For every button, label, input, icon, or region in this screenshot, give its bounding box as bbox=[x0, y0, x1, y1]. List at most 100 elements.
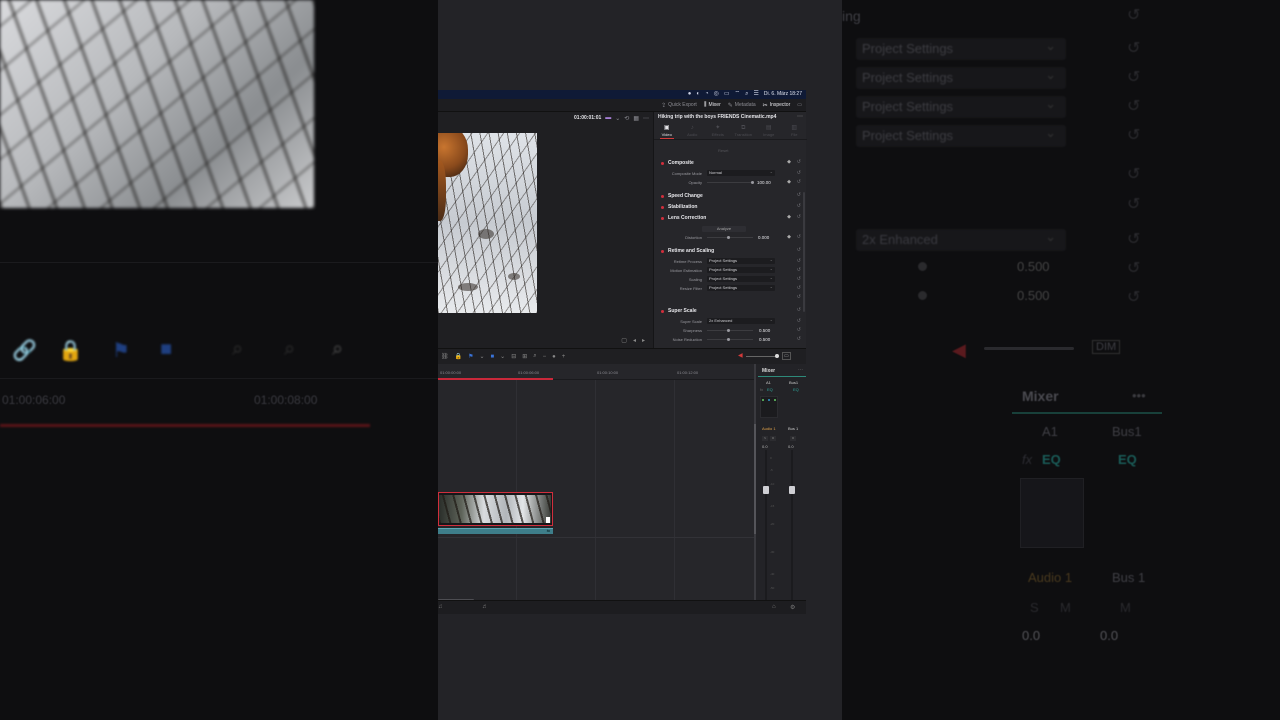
reset-icon[interactable]: ↺ bbox=[797, 170, 801, 176]
reset-icon[interactable]: ↺ bbox=[797, 159, 801, 165]
reset-icon[interactable]: ↺ bbox=[797, 192, 801, 198]
reset-icon[interactable]: ↺ bbox=[797, 307, 801, 313]
zoom-out-icon[interactable]: − bbox=[543, 354, 547, 360]
keyframe-icon[interactable]: ◆ bbox=[787, 214, 791, 220]
reset-icon[interactable]: ↺ bbox=[797, 336, 801, 342]
lock-icon[interactable]: 🔒 bbox=[455, 353, 462, 360]
analyze-button[interactable]: Analyze bbox=[702, 226, 746, 232]
eq-button[interactable]: EQ bbox=[793, 387, 799, 392]
prev-frame-icon[interactable]: ◂ bbox=[633, 337, 636, 344]
noise-reduction-value[interactable]: 0.500 bbox=[759, 337, 770, 342]
zoom-in-icon[interactable]: + bbox=[562, 354, 566, 360]
distortion-knob[interactable] bbox=[727, 236, 730, 239]
zoom-custom-icon[interactable]: ⌕ bbox=[533, 353, 536, 360]
viewer-timecode[interactable]: 01:00:01:01 bbox=[574, 115, 601, 121]
flag-icon[interactable]: ⚑ bbox=[468, 353, 473, 360]
battery-icon[interactable]: ▭ bbox=[724, 90, 730, 99]
chevron-down-icon[interactable]: ⌄ bbox=[500, 353, 505, 360]
sharpness-slider[interactable] bbox=[707, 330, 753, 331]
more-icon[interactable]: ⋯ bbox=[643, 115, 649, 122]
reset-icon[interactable]: ↺ bbox=[797, 294, 801, 300]
speaker-icon[interactable]: ◀ bbox=[738, 352, 743, 359]
reset-icon[interactable]: ↺ bbox=[797, 247, 801, 253]
opacity-slider[interactable] bbox=[707, 182, 753, 183]
tab-file[interactable]: ▥ File bbox=[783, 124, 805, 139]
pan-control[interactable] bbox=[760, 396, 778, 418]
scaling-dropdown[interactable]: Project Settings bbox=[707, 275, 775, 282]
enable-dot[interactable] bbox=[661, 216, 664, 220]
noise-reduction-knob[interactable] bbox=[727, 338, 730, 341]
tab-video[interactable]: ▣ Video bbox=[656, 124, 678, 139]
volume-slider[interactable] bbox=[746, 356, 776, 357]
quick-export-button[interactable]: ⇪ Quick Export bbox=[661, 102, 697, 109]
clip-color-icon[interactable]: ▬ bbox=[605, 115, 611, 121]
mixer-button[interactable]: ⫼ Mixer bbox=[704, 102, 721, 109]
dim-button[interactable]: ▭ bbox=[782, 352, 791, 360]
tab-image[interactable]: ▤ Image bbox=[758, 124, 780, 139]
audio1-fader[interactable] bbox=[763, 486, 769, 494]
mute-button[interactable]: M bbox=[790, 436, 796, 441]
enable-dot[interactable] bbox=[661, 194, 664, 198]
opacity-knob[interactable] bbox=[751, 181, 754, 184]
chevron-down-icon[interactable]: ⌄ bbox=[615, 115, 620, 122]
opacity-value[interactable]: 100.00 bbox=[757, 180, 771, 185]
reset-icon[interactable]: ↺ bbox=[797, 179, 801, 185]
resize-filter-dropdown[interactable]: Project Settings bbox=[707, 284, 775, 291]
reset-icon[interactable]: ↺ bbox=[797, 234, 801, 240]
reset-icon[interactable]: ↺ bbox=[797, 318, 801, 324]
transform-icon[interactable]: ⟲ bbox=[624, 115, 629, 122]
reset-icon[interactable]: ↺ bbox=[797, 327, 801, 333]
fx-label[interactable]: fx bbox=[760, 387, 763, 392]
reset-label[interactable]: Reset bbox=[718, 148, 728, 153]
motion-estimation-dropdown[interactable]: Project Settings bbox=[707, 266, 775, 273]
noise-reduction-slider[interactable] bbox=[707, 339, 753, 340]
video-clip[interactable] bbox=[438, 492, 553, 526]
enable-dot[interactable] bbox=[661, 249, 664, 253]
expand-icon[interactable]: ▭ bbox=[797, 102, 802, 108]
reset-icon[interactable]: ↺ bbox=[797, 276, 801, 282]
retime-process-dropdown[interactable]: Project Settings bbox=[707, 257, 775, 264]
reset-icon[interactable]: ↺ bbox=[797, 203, 801, 209]
inspector-scrollbar[interactable] bbox=[803, 192, 805, 312]
distortion-slider[interactable] bbox=[707, 237, 753, 238]
overlay-icon[interactable]: ▦ bbox=[633, 115, 639, 122]
sharpness-value[interactable]: 0.500 bbox=[759, 328, 770, 333]
zoom-knob-icon[interactable]: ● bbox=[552, 354, 556, 360]
sharpness-knob[interactable] bbox=[727, 329, 730, 332]
toggle-icon[interactable]: ◐ bbox=[696, 90, 700, 99]
media-page-icon[interactable]: ♫ bbox=[438, 604, 443, 610]
reset-icon[interactable]: ↺ bbox=[797, 258, 801, 264]
enable-dot[interactable] bbox=[661, 309, 664, 313]
tab-effects[interactable]: ✦ Effects bbox=[707, 124, 729, 139]
marker-icon[interactable]: ■ bbox=[491, 354, 495, 360]
section-stabilization[interactable]: Stabilization bbox=[661, 204, 697, 210]
timeline-vertical-scrollbar[interactable] bbox=[754, 424, 756, 534]
enable-dot[interactable] bbox=[661, 205, 664, 209]
reset-icon[interactable]: ↺ bbox=[797, 267, 801, 273]
keyframe-icon[interactable]: ◆ bbox=[787, 234, 791, 240]
more-icon[interactable]: ⋯ bbox=[797, 113, 803, 120]
settings-icon[interactable]: ⚙ bbox=[790, 604, 795, 611]
solo-button[interactable]: S bbox=[762, 436, 768, 441]
zoom-full-icon[interactable]: ⊟ bbox=[511, 353, 516, 360]
tab-audio[interactable]: ♪ Audio bbox=[681, 124, 703, 139]
clock-icon[interactable]: ◔ bbox=[705, 90, 709, 99]
section-speed-change[interactable]: Speed Change bbox=[661, 193, 703, 199]
enable-dot[interactable] bbox=[661, 161, 664, 165]
play-icon[interactable]: ▸ bbox=[642, 337, 645, 344]
mute-button[interactable]: M bbox=[770, 436, 776, 441]
chevron-down-icon[interactable]: ⌄ bbox=[480, 353, 485, 360]
section-retime-scaling[interactable]: Retime and Scaling bbox=[661, 248, 714, 254]
metadata-button[interactable]: ✎ Metadata bbox=[728, 102, 756, 109]
viewer-frame[interactable] bbox=[438, 133, 537, 313]
control-icon[interactable]: ◎ bbox=[714, 90, 719, 99]
more-icon[interactable]: ⋯ bbox=[798, 367, 803, 373]
keyframe-icon[interactable]: ◆ bbox=[787, 159, 791, 165]
keyframe-icon[interactable]: ◆ bbox=[787, 179, 791, 185]
bus1-fader[interactable] bbox=[789, 486, 795, 494]
menubar-clock[interactable]: Di. 6. März 18:27 bbox=[764, 90, 802, 99]
super-scale-dropdown[interactable]: 2x Enhanced bbox=[707, 317, 775, 324]
composite-mode-dropdown[interactable]: Normal bbox=[707, 169, 775, 176]
eq-button[interactable]: EQ bbox=[767, 387, 773, 392]
wifi-icon[interactable]: ⌔ bbox=[735, 90, 741, 99]
